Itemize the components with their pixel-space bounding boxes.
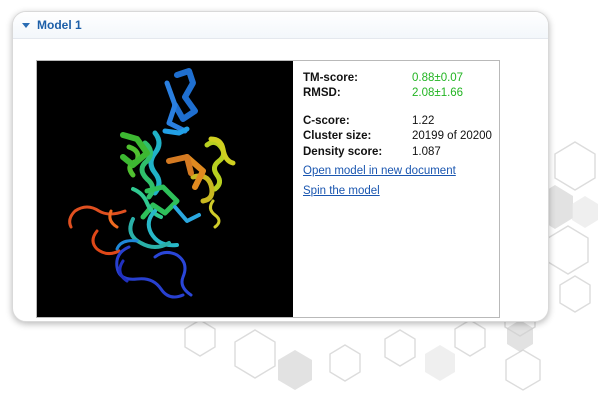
collapse-caret-icon[interactable] [22, 23, 30, 28]
panel-title: Model 1 [37, 18, 82, 32]
rmsd-label: RMSD: [303, 87, 341, 100]
cluster-size-label: Cluster size: [303, 130, 372, 143]
c-score-row: C-score: 1.22 [303, 113, 492, 129]
cluster-size-value: 20199 of 20200 [412, 130, 492, 143]
cluster-size-row: Cluster size: 20199 of 20200 [303, 129, 492, 145]
density-score-label: Density score: [303, 145, 383, 158]
c-score-value: 1.22 [412, 114, 435, 127]
rmsd-value: 2.08±1.66 [412, 87, 464, 100]
tm-score-label: TM-score: [303, 71, 358, 84]
protein-ribbon-image [68, 68, 236, 299]
rmsd-row: RMSD: 2.08±1.66 [303, 86, 492, 102]
density-score-row: Density score: 1.087 [303, 144, 492, 160]
tm-score-value: 0.88±0.07 [412, 71, 464, 84]
model-info: TM-score: 0.88±0.07 RMSD: 2.08±1.66 C-sc… [293, 61, 492, 317]
tm-score-row: TM-score: 0.88±0.07 [303, 70, 492, 86]
model-panel: Model 1 TM-score: 0.88±0.07 RMSD: 2.08±1… [12, 11, 549, 322]
c-score-label: C-score: [303, 114, 350, 127]
spin-model-link[interactable]: Spin the model [303, 185, 492, 197]
protein-structure-viewer[interactable] [37, 61, 293, 317]
model-content: TM-score: 0.88±0.07 RMSD: 2.08±1.66 C-sc… [36, 60, 500, 318]
density-score-value: 1.087 [412, 145, 441, 158]
open-model-link[interactable]: Open model in new document [303, 165, 492, 177]
panel-header[interactable]: Model 1 [13, 12, 548, 39]
